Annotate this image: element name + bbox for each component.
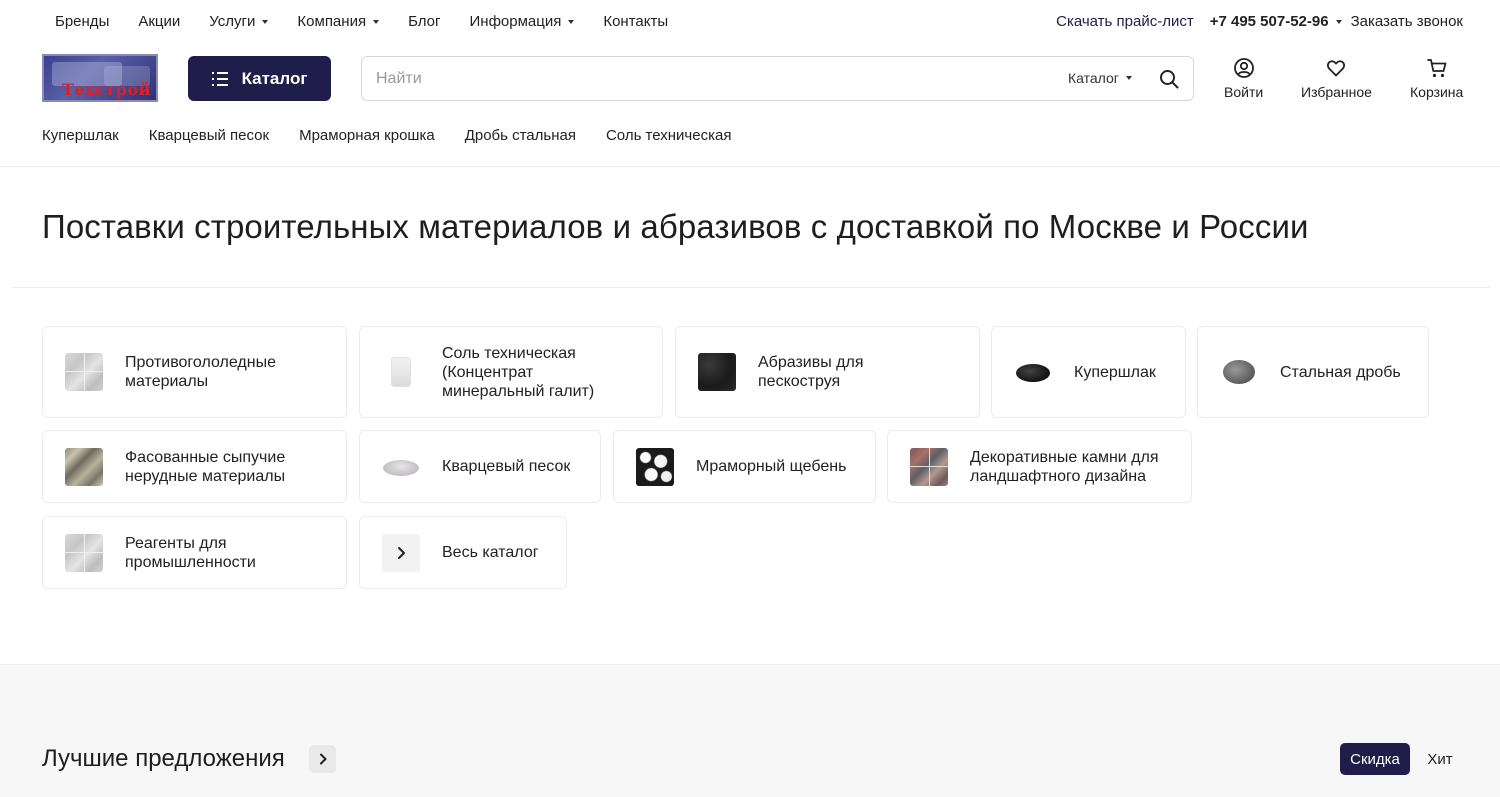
caret-down-icon xyxy=(262,19,269,24)
category-label: Фасованные сыпучие нерудные материалы xyxy=(125,448,286,485)
salt-bag-thumbnail xyxy=(382,353,420,391)
phone-number[interactable]: +7 495 507-52-96 xyxy=(1210,13,1342,30)
divider xyxy=(0,166,1500,167)
best-offers-section: Лучшие предложения Скидка Хит xyxy=(0,664,1500,797)
category-card[interactable]: Абразивы для пескоструя xyxy=(675,326,980,418)
topnav-blog[interactable]: Блог xyxy=(408,13,440,30)
category-label: Противогололедные материалы xyxy=(125,354,276,390)
cart-action[interactable]: Корзина xyxy=(1410,57,1463,100)
gray-stone-thumbnail xyxy=(65,533,103,572)
catalog-button[interactable]: Каталог xyxy=(188,56,331,101)
site-logo[interactable]: Техстрой xyxy=(42,54,158,102)
category-subnav: Купершлак Кварцевый песок Мраморная крош… xyxy=(42,127,761,144)
login-label: Войти xyxy=(1224,84,1264,100)
category-label: Абразивы для пескоструя xyxy=(758,354,864,390)
caret-down-icon xyxy=(568,19,575,24)
top-nav: Бренды Акции Услуги Компания Блог Информ… xyxy=(55,13,697,30)
logo-text: Техстрой xyxy=(62,80,152,99)
category-card[interactable]: Мраморный щебень xyxy=(613,430,876,503)
subnav-item-quartz-sand[interactable]: Кварцевый песок xyxy=(149,127,269,144)
search-input[interactable] xyxy=(376,67,1016,91)
catalog-button-label: Каталог xyxy=(241,68,308,88)
chevron-right-icon xyxy=(319,753,326,765)
tab-discount[interactable]: Скидка xyxy=(1340,743,1410,775)
search-scope-label: Каталог xyxy=(1068,70,1119,86)
topnav-company-label: Компания xyxy=(297,13,367,30)
marble-chips-thumbnail xyxy=(636,447,674,486)
sand-pile-thumbnail xyxy=(382,447,420,486)
topnav-brands[interactable]: Бренды xyxy=(55,13,109,30)
favorites-label: Избранное xyxy=(1301,84,1372,100)
subnav-item-marble-chips[interactable]: Мраморная крошка xyxy=(299,127,435,144)
search-scope-select[interactable]: Каталог xyxy=(1068,70,1132,86)
category-label: Мраморный щебень xyxy=(696,458,847,475)
tab-hit[interactable]: Хит xyxy=(1418,743,1462,775)
favorites-action[interactable]: Избранное xyxy=(1301,57,1372,100)
topnav-contacts-label: Контакты xyxy=(603,13,669,30)
cart-label: Корзина xyxy=(1410,84,1464,100)
gravel-thumbnail xyxy=(65,447,103,486)
category-label: Стальная дробь xyxy=(1280,363,1401,381)
topnav-promotions-label: Акции xyxy=(138,13,181,30)
category-card[interactable]: Декоративные камни для ландшафтного диза… xyxy=(887,430,1192,503)
topnav-contacts[interactable]: Контакты xyxy=(603,13,668,30)
topnav-company[interactable]: Компания xyxy=(297,13,380,30)
category-card[interactable]: Соль техническая (Концентрат минеральный… xyxy=(359,326,663,418)
login-action[interactable]: Войти xyxy=(1224,57,1263,100)
black-pile-thumbnail xyxy=(1014,353,1052,391)
category-label: Соль техническая (Концентрат минеральный… xyxy=(442,344,595,400)
category-card[interactable]: Кварцевый песок xyxy=(359,430,601,503)
list-icon xyxy=(211,71,228,86)
user-icon xyxy=(1233,58,1254,78)
category-card[interactable]: Реагенты для промышленности xyxy=(42,516,347,589)
category-label: Декоративные камни для ландшафтного диза… xyxy=(970,448,1159,485)
caret-down-icon xyxy=(373,19,380,24)
topnav-services-label: Услуги xyxy=(209,13,256,30)
caret-down-icon xyxy=(1125,76,1132,80)
best-offers-more-button[interactable] xyxy=(309,745,336,773)
download-price-list-link[interactable]: Скачать прайс-лист xyxy=(1056,13,1194,30)
caret-down-icon xyxy=(1335,19,1342,24)
category-label: Купершлак xyxy=(1074,363,1156,381)
topnav-blog-label: Блог xyxy=(408,13,441,30)
page-title: Поставки строительных материалов и абраз… xyxy=(42,208,1309,245)
gray-pile-thumbnail xyxy=(1220,353,1258,391)
topnav-information-label: Информация xyxy=(469,13,562,30)
heart-icon xyxy=(1327,60,1346,77)
divider xyxy=(12,287,1490,288)
cart-icon xyxy=(1426,59,1447,78)
best-offers-title: Лучшие предложения xyxy=(42,745,285,772)
gray-stone-thumbnail xyxy=(65,353,103,391)
subnav-item-coppersla[interactable]: Купершлак xyxy=(42,127,119,144)
chevron-right-icon xyxy=(382,533,420,572)
search-icon[interactable] xyxy=(1159,69,1179,89)
top-bar: Бренды Акции Услуги Компания Блог Информ… xyxy=(0,0,1500,42)
search-bar: Каталог xyxy=(361,56,1194,101)
top-right-links: Скачать прайс-лист +7 495 507-52-96 Зака… xyxy=(1056,13,1463,30)
category-card[interactable]: Стальная дробь xyxy=(1197,326,1429,418)
topnav-services[interactable]: Услуги xyxy=(209,13,269,30)
all-catalog-card[interactable]: Весь каталог xyxy=(359,516,567,589)
subnav-item-steel-shot[interactable]: Дробь стальная xyxy=(465,127,576,144)
phone-number-text: +7 495 507-52-96 xyxy=(1209,13,1329,30)
topnav-brands-label: Бренды xyxy=(55,13,110,30)
topnav-promotions[interactable]: Акции xyxy=(138,13,180,30)
decorative-stone-thumbnail xyxy=(910,447,948,486)
request-callback-link[interactable]: Заказать звонок xyxy=(1351,13,1463,30)
category-card[interactable]: Фасованные сыпучие нерудные материалы xyxy=(42,430,347,503)
category-card[interactable]: Противогололедные материалы xyxy=(42,326,347,418)
category-label: Кварцевый песок xyxy=(442,458,571,475)
topnav-information[interactable]: Информация xyxy=(470,13,575,30)
dark-abrasive-thumbnail xyxy=(698,353,736,391)
category-card[interactable]: Купершлак xyxy=(991,326,1186,418)
subnav-item-technical-salt[interactable]: Соль техническая xyxy=(606,127,731,144)
category-label: Реагенты для промышленности xyxy=(125,534,256,571)
all-catalog-label: Весь каталог xyxy=(442,544,539,561)
